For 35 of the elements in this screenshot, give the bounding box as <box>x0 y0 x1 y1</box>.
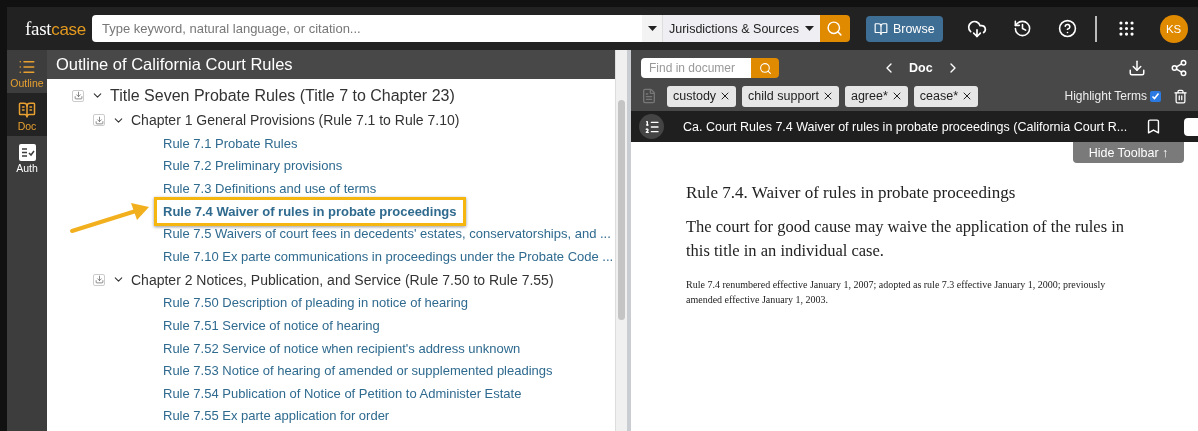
history-note: Rule 7.4 renumbered effective January 1, 2007; adopted as rule 7.3 effective January 1, 2000; previously amended effective January 1, 2003. <box>686 278 1107 307</box>
search-field[interactable]: Type keyword, natural language, or citation... <box>92 15 642 42</box>
outline-title: Outline of California Court Rules <box>47 50 615 79</box>
rule-link[interactable]: Rule 7.10 Ex parte communications in proceedings under the Probate Code ... <box>163 248 614 264</box>
chapter-heading[interactable]: Chapter 2 Notices, Publication, and Service (Rule 7.50 to Rule 7.55) <box>131 271 554 288</box>
jurisdictions-dropdown[interactable]: Jurisdictions & Sources <box>662 15 820 42</box>
rule-heading: Rule 7.4. Waiver of rules in probate proceedings <box>686 183 1017 203</box>
rail-tab[interactable]: Doc <box>7 93 47 136</box>
rule-link[interactable]: Rule 7.55 Ex parte application for order <box>163 408 390 424</box>
browse-button[interactable]: Browse <box>865 15 943 42</box>
rule-link[interactable]: Rule 7.3 Definitions and use of terms <box>163 181 377 196</box>
rule-link[interactable]: Rule 7.50 Description of pleading in notice of hearing <box>163 295 468 311</box>
find-field[interactable]: Find in documer <box>641 58 751 78</box>
logo[interactable]: fastcase <box>25 17 92 40</box>
document-title: Ca. Court Rules 7.4 Waiver of rules in probate proceedings (California Court R... <box>683 119 1128 134</box>
rule-link[interactable]: Rule 7.53 Notice of hearing of amended or supplemented pleadings <box>163 363 553 379</box>
search-term-tag[interactable]: agree* <box>844 85 908 107</box>
search-term-tag[interactable]: child support <box>742 85 839 107</box>
rule-link[interactable]: Rule 7.52 Service of notice when recipient's address unknown <box>163 340 521 356</box>
chapter-heading[interactable]: Chapter 1 General Provisions (Rule 7.1 to Rule 7.10) <box>131 112 460 128</box>
rule-link[interactable]: Rule 7.5 Waivers of court fees in decedents' estates, conservatorships, and ... <box>163 226 611 242</box>
highlight-terms-label: Highlight Terms <box>1064 89 1147 103</box>
search-term-tag[interactable]: custody <box>667 85 737 107</box>
rail-tab[interactable]: Outline <box>7 50 47 93</box>
rule-link[interactable]: Rule 7.2 Preliminary provisions <box>163 158 343 174</box>
search-term-tag[interactable]: cease* <box>913 85 979 107</box>
rule-link[interactable]: Rule 7.1 Probate Rules <box>163 135 298 151</box>
rule-link[interactable]: Rule 7.4 Waiver of rules in probate proceedings <box>154 196 466 226</box>
title-heading[interactable]: Title Seven Probate Rules (Title 7 to Chapter 23) <box>110 86 455 105</box>
doc-label: Doc <box>909 61 933 75</box>
rail-tab[interactable]: Auth <box>7 136 47 178</box>
rule-text: The court for good cause may waive the application of the rules in this title in an individual case. <box>686 216 1125 262</box>
hide-toolbar-button[interactable]: Hide Toolbar ↑ <box>1073 142 1184 163</box>
rule-link[interactable]: Rule 7.51 Service of notice of hearing <box>163 317 380 333</box>
rule-link[interactable]: Rule 7.54 Publication of Notice of Petition to Administer Estate <box>163 385 522 401</box>
